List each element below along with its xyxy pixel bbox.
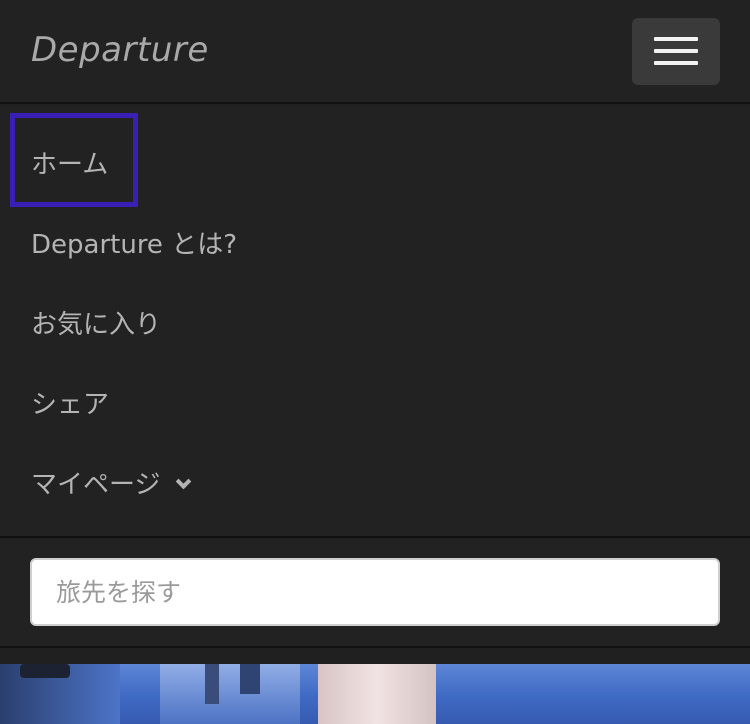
hero-image bbox=[0, 664, 750, 724]
hamburger-menu-icon bbox=[654, 37, 698, 41]
nav-item-about[interactable]: Departure とは? bbox=[31, 224, 237, 261]
nav-item-mypage-label: マイページ bbox=[31, 470, 161, 500]
nav-item-mypage[interactable]: マイページ bbox=[31, 464, 192, 501]
search-bar-area bbox=[0, 540, 750, 648]
hero-image-region bbox=[20, 664, 70, 678]
hamburger-bar bbox=[654, 61, 698, 65]
nav-item-favorites[interactable]: お気に入り bbox=[31, 304, 161, 341]
nav-item-share[interactable]: シェア bbox=[31, 384, 109, 421]
nav-item-home[interactable]: ホーム bbox=[31, 144, 108, 181]
collapsed-nav-menu: ホーム Departure とは? お気に入り シェア マイページ bbox=[0, 106, 750, 538]
top-navbar: Departure bbox=[0, 0, 750, 104]
brand-logo[interactable]: Departure bbox=[31, 30, 209, 70]
hamburger-menu-button[interactable] bbox=[632, 18, 720, 85]
hero-image-region bbox=[318, 664, 436, 724]
hero-image-region bbox=[160, 664, 300, 724]
chevron-down-icon bbox=[176, 473, 192, 490]
hamburger-bar bbox=[654, 49, 698, 53]
hero-image-region bbox=[240, 664, 260, 694]
search-input[interactable] bbox=[30, 558, 720, 626]
hero-image-region bbox=[205, 664, 219, 704]
